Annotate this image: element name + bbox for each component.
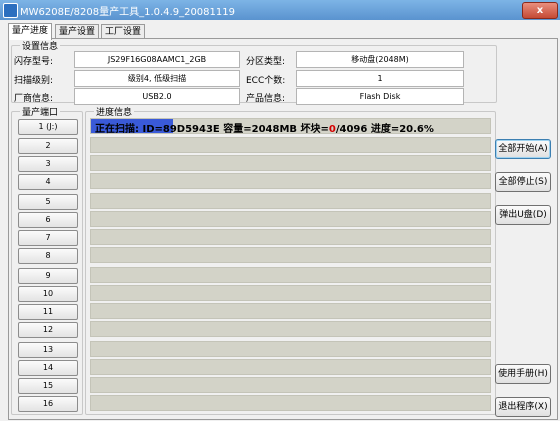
vendor-info-field: USB2.0 xyxy=(74,88,240,105)
tab-panel: 设置信息 闪存型号: JS29F16G08AAMC1_2GB 分区类型: 移动盘… xyxy=(8,38,558,420)
port-button-13[interactable]: 13 xyxy=(18,342,78,358)
app-icon xyxy=(3,3,18,18)
start-all-button[interactable]: 全部开始(A) xyxy=(495,139,551,159)
main-window: 量产进度 量产设置 工厂设置 设置信息 闪存型号: JS29F16G08AAMC… xyxy=(0,20,560,421)
port-button-15[interactable]: 15 xyxy=(18,378,78,394)
manual-button[interactable]: 使用手册(H) xyxy=(495,364,551,384)
progress-row-2 xyxy=(90,137,491,153)
progress-row-6 xyxy=(90,211,491,227)
flash-model-label: 闪存型号: xyxy=(14,57,54,67)
port-button-1[interactable]: 1 (J:) xyxy=(18,119,78,135)
tab-factory-settings[interactable]: 工厂设置 xyxy=(101,24,146,39)
progress-row-15 xyxy=(90,377,491,393)
progress-row-9 xyxy=(90,267,491,283)
progress-row-12 xyxy=(90,321,491,337)
port-button-16[interactable]: 16 xyxy=(18,396,78,412)
port-button-5[interactable]: 5 xyxy=(18,194,78,210)
scan-level-label: 扫描级别: xyxy=(14,76,54,86)
ports-group-label: 量产端口 xyxy=(20,105,61,118)
progress-row-3 xyxy=(90,155,491,171)
ecc-count-label: ECC个数: xyxy=(246,76,286,86)
progress-row-11 xyxy=(90,303,491,319)
title-bar: MW6208E/8208量产工具_1.0.4.9_20081119 x xyxy=(0,0,560,21)
eject-button[interactable]: 弹出U盘(D) xyxy=(495,205,551,225)
port-button-7[interactable]: 7 xyxy=(18,230,78,246)
partition-type-field: 移动盘(2048M) xyxy=(296,51,464,68)
bad-block-count: 0 xyxy=(328,124,336,135)
progress-row-8 xyxy=(90,247,491,263)
window-title: MW6208E/8208量产工具_1.0.4.9_20081119 xyxy=(20,7,235,18)
progress-row-14 xyxy=(90,359,491,375)
tab-production-progress[interactable]: 量产进度 xyxy=(8,23,53,40)
exit-button[interactable]: 退出程序(X) xyxy=(495,397,551,417)
product-info-label: 产品信息: xyxy=(246,94,286,104)
port-button-14[interactable]: 14 xyxy=(18,360,78,376)
progress-row-4 xyxy=(90,173,491,189)
port-button-11[interactable]: 11 xyxy=(18,304,78,320)
progress-row-1: 正在扫描: ID=89D5943E 容量=2048MB 坏块=0/4096 进度… xyxy=(90,118,491,135)
settings-group-label: 设置信息 xyxy=(20,39,61,52)
port-button-9[interactable]: 9 xyxy=(18,268,78,284)
port-button-4[interactable]: 4 xyxy=(18,174,78,190)
vendor-info-label: 厂商信息: xyxy=(14,94,54,104)
settings-group: 设置信息 闪存型号: JS29F16G08AAMC1_2GB 分区类型: 移动盘… xyxy=(11,39,497,105)
progress-text-1: 正在扫描: ID=89D5943E 容量=2048MB 坏块=0/4096 进度… xyxy=(95,120,434,135)
port-button-2[interactable]: 2 xyxy=(18,138,78,154)
progress-suffix: /4096 进度=20.6% xyxy=(335,124,434,135)
progress-row-16 xyxy=(90,395,491,411)
progress-prefix: 正在扫描: ID=89D5943E 容量=2048MB 坏块= xyxy=(95,124,329,135)
progress-row-7 xyxy=(90,229,491,245)
partition-type-label: 分区类型: xyxy=(246,57,286,67)
scan-level-field: 级别4, 低级扫描 xyxy=(74,70,240,87)
progress-group-label: 进度信息 xyxy=(94,105,135,118)
port-button-3[interactable]: 3 xyxy=(18,156,78,172)
stop-all-button[interactable]: 全部停止(S) xyxy=(495,172,551,192)
progress-row-10 xyxy=(90,285,491,301)
progress-group: 进度信息 正在扫描: ID=89D5943E 容量=2048MB 坏块=0/40… xyxy=(85,105,496,415)
progress-row-13 xyxy=(90,341,491,357)
port-button-6[interactable]: 6 xyxy=(18,212,78,228)
close-button[interactable]: x xyxy=(522,2,558,19)
port-button-12[interactable]: 12 xyxy=(18,322,78,338)
ecc-count-field: 1 xyxy=(296,70,464,87)
progress-row-5 xyxy=(90,193,491,209)
port-button-8[interactable]: 8 xyxy=(18,248,78,264)
port-button-10[interactable]: 10 xyxy=(18,286,78,302)
flash-model-field: JS29F16G08AAMC1_2GB xyxy=(74,51,240,68)
ports-group: 量产端口 1 (J:) 2 3 4 5 6 7 8 9 10 11 12 13 … xyxy=(11,105,83,415)
product-info-field: Flash Disk xyxy=(296,88,464,105)
tab-production-settings[interactable]: 量产设置 xyxy=(55,24,100,39)
